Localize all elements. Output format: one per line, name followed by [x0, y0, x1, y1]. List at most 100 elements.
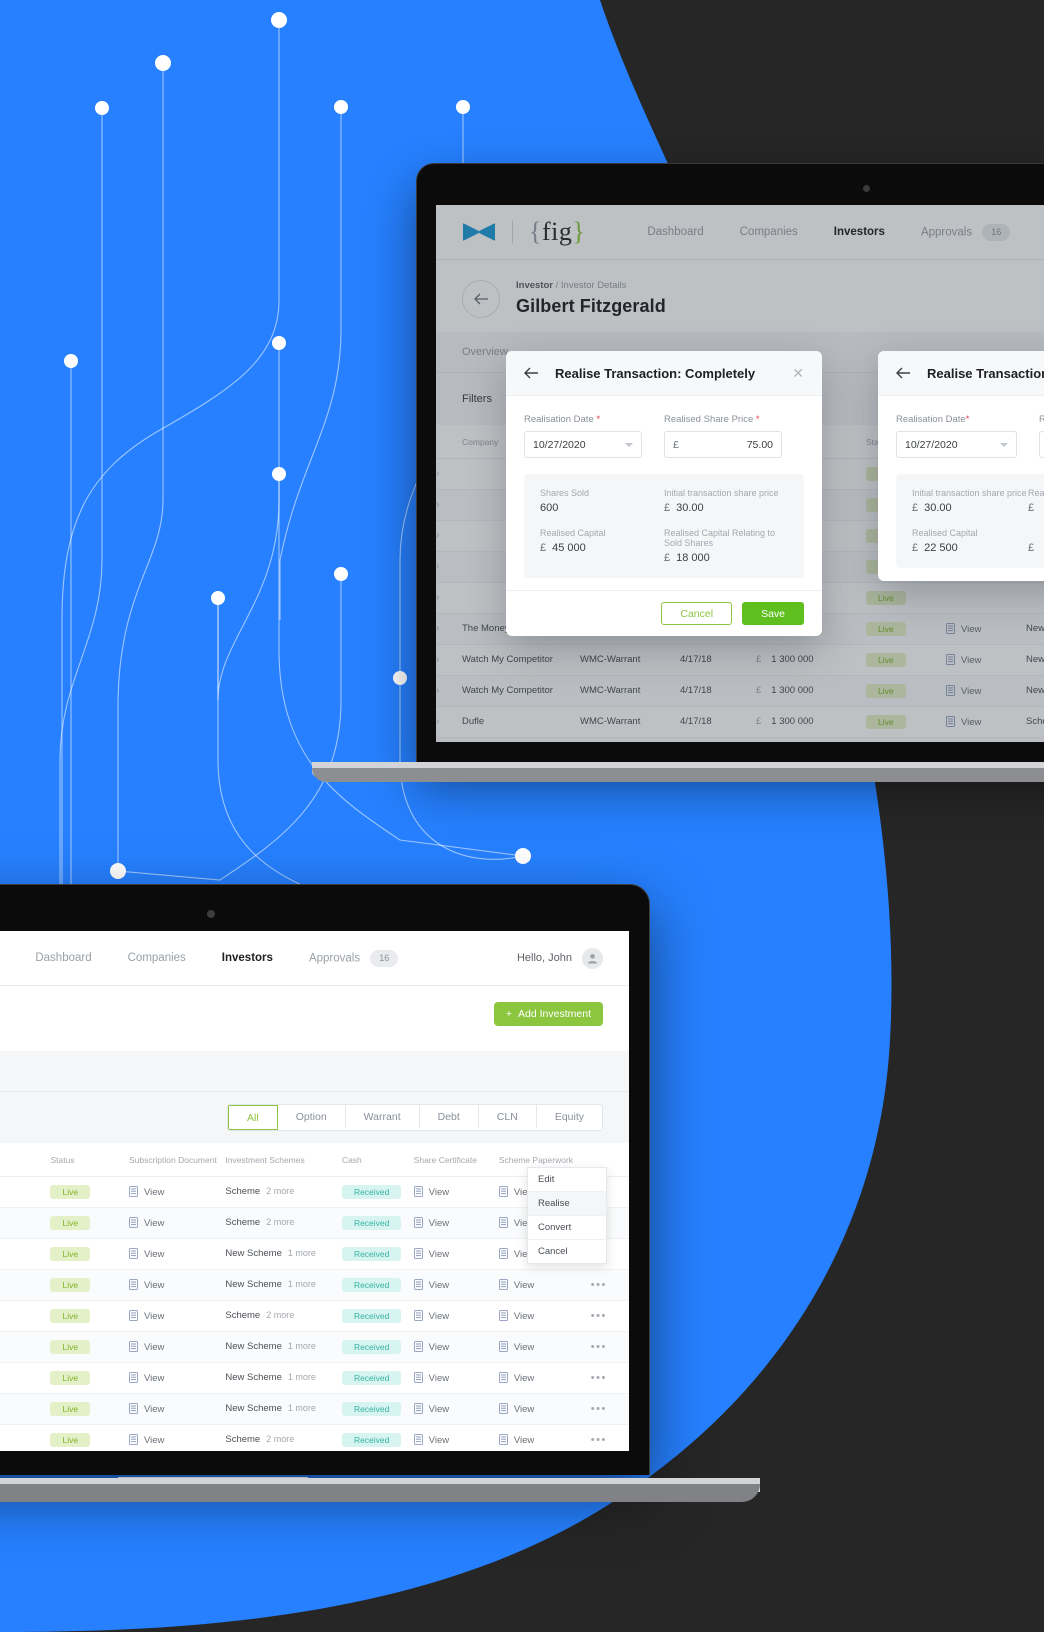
- cell-invested-capital: £1 300 000: [0, 1331, 51, 1363]
- cell-subscription-document[interactable]: View: [128, 1424, 226, 1451]
- table-row[interactable]: ›Watch My CompetitorWMC-Warrant4/17/18£1…: [0, 1362, 629, 1394]
- cell-investment-schemes[interactable]: New Scheme 1 more: [225, 1393, 342, 1425]
- table-row[interactable]: ›Leastee PayWMC-Warrant4/17/18£1 300 000…: [0, 1300, 629, 1332]
- summary-label: [1028, 528, 1044, 538]
- menu-item-cancel[interactable]: Cancel: [528, 1240, 606, 1263]
- more-actions-icon[interactable]: •••: [591, 1372, 607, 1384]
- chevron-down-icon: [625, 442, 633, 447]
- segment-all[interactable]: All: [228, 1105, 278, 1130]
- status-badge: Live: [50, 1401, 91, 1416]
- nav-link-investors[interactable]: Investors: [222, 952, 273, 964]
- add-investment-button[interactable]: + Add Investment: [493, 1002, 603, 1026]
- cell-scheme-paperwork[interactable]: View: [498, 1300, 591, 1332]
- cell-scheme-paperwork[interactable]: View: [498, 1362, 591, 1394]
- cell-subscription-document[interactable]: View: [128, 1393, 226, 1425]
- segment-warrant[interactable]: Warrant: [346, 1105, 420, 1128]
- cell-subscription-document[interactable]: View: [128, 1238, 226, 1270]
- cell-share-certificate[interactable]: View: [413, 1300, 499, 1332]
- menu-item-edit[interactable]: Edit: [528, 1168, 606, 1192]
- cell-status: Live: [50, 1176, 129, 1208]
- more-actions-icon[interactable]: •••: [591, 1279, 607, 1291]
- table-row[interactable]: ›Watch My CompetitorWMC-Warrant4/17/18£1…: [0, 1393, 629, 1425]
- cell-investment-schemes[interactable]: Scheme 2 more: [225, 1300, 342, 1332]
- cell-share-certificate[interactable]: View: [413, 1424, 499, 1451]
- cell-share-certificate[interactable]: View: [413, 1269, 499, 1301]
- cash-badge: Received: [341, 1308, 402, 1323]
- cell-investment-schemes[interactable]: Scheme 2 more: [225, 1176, 342, 1208]
- nav-user-area[interactable]: Hello, John: [517, 947, 603, 969]
- cell-share-certificate[interactable]: View: [413, 1393, 499, 1425]
- cell-scheme-paperwork[interactable]: View: [498, 1424, 591, 1451]
- cell-share-certificate[interactable]: View: [413, 1176, 499, 1208]
- cell-investment-schemes[interactable]: New Scheme 1 more: [225, 1362, 342, 1394]
- menu-item-realise[interactable]: Realise: [528, 1192, 606, 1216]
- arrow-left-icon[interactable]: [896, 367, 911, 379]
- asset-type-segmented-control: All Option Warrant Debt CLN Equity: [227, 1104, 603, 1131]
- save-button[interactable]: Save: [742, 602, 804, 625]
- cell-share-certificate[interactable]: View: [413, 1331, 499, 1363]
- cell-subscription-document[interactable]: View: [128, 1176, 226, 1208]
- document-icon: [413, 1247, 423, 1259]
- nav-link-approvals[interactable]: Approvals 16: [309, 949, 399, 967]
- cell-row-actions[interactable]: •••: [590, 1424, 629, 1451]
- segment-debt[interactable]: Debt: [420, 1105, 479, 1128]
- cell-investment-schemes[interactable]: New Scheme 1 more: [225, 1238, 342, 1270]
- summary-value: £: [1028, 502, 1035, 514]
- table-row[interactable]: ›DufleWMC-Warrant4/17/18£1 300 000LiveVi…: [0, 1424, 629, 1451]
- segment-equity[interactable]: Equity: [537, 1105, 602, 1128]
- more-actions-icon[interactable]: •••: [591, 1310, 607, 1322]
- cell-status: Live: [50, 1424, 129, 1451]
- avatar[interactable]: [582, 947, 603, 969]
- summary-label: Realised Capital Relating to Sold Shares: [664, 528, 776, 548]
- table-row[interactable]: ›XenomorphWMC-Warrant4/17/18£1 300 000Li…: [0, 1269, 629, 1301]
- cell-investment-schemes[interactable]: New Scheme 1 more: [225, 1269, 342, 1301]
- menu-item-convert[interactable]: Convert: [528, 1216, 606, 1240]
- cell-share-certificate[interactable]: View: [413, 1207, 499, 1239]
- app-window-top: {fig} Dashboard Companies Investors Appr…: [436, 205, 1044, 742]
- arrow-left-icon[interactable]: [524, 367, 539, 379]
- app-window-bottom: {fig} Dashboard Companies Investors Appr…: [0, 931, 629, 1451]
- cancel-button[interactable]: Cancel: [661, 602, 733, 625]
- more-actions-icon[interactable]: •••: [591, 1434, 607, 1446]
- cell-row-actions[interactable]: •••: [590, 1331, 629, 1363]
- more-actions-icon[interactable]: •••: [591, 1341, 607, 1353]
- realised-share-price-input[interactable]: £ 75.00: [664, 431, 782, 458]
- close-icon[interactable]: ✕: [792, 365, 804, 382]
- nav-link-dashboard[interactable]: Dashboard: [35, 952, 91, 964]
- table-wrapper-bottom: Company Asset Name Date Invested Capital…: [0, 1143, 629, 1451]
- cell-subscription-document[interactable]: View: [128, 1269, 226, 1301]
- cell-scheme-paperwork[interactable]: View: [498, 1269, 591, 1301]
- cell-cash: Received: [341, 1393, 414, 1425]
- cell-subscription-document[interactable]: View: [128, 1362, 226, 1394]
- cell-subscription-document[interactable]: View: [128, 1207, 226, 1239]
- cell-scheme-paperwork[interactable]: View: [498, 1393, 591, 1425]
- cell-subscription-document[interactable]: View: [128, 1300, 226, 1332]
- currency-symbol: £: [673, 438, 679, 451]
- tabs-bottom: Investor Report Transaction Report Chang…: [0, 1051, 629, 1092]
- cell-investment-schemes[interactable]: New Scheme 1 more: [225, 1331, 342, 1363]
- cell-row-actions[interactable]: •••: [590, 1269, 629, 1301]
- document-icon: [413, 1402, 423, 1414]
- realisation-date-input-secondary[interactable]: 10/27/2020: [896, 431, 1017, 458]
- cell-investment-schemes[interactable]: Scheme 2 more: [225, 1424, 342, 1451]
- cell-row-actions[interactable]: •••: [590, 1393, 629, 1425]
- cell-scheme-paperwork[interactable]: View: [498, 1331, 591, 1363]
- composition-stage: {fig} Dashboard Companies Investors Appr…: [0, 0, 1044, 1632]
- cell-row-actions[interactable]: •••: [590, 1362, 629, 1394]
- more-actions-icon[interactable]: •••: [591, 1403, 607, 1415]
- summary-item-realised-sold: Realised Capital Relating to Sold Shares…: [664, 528, 788, 564]
- nav-link-companies[interactable]: Companies: [128, 952, 186, 964]
- segment-option[interactable]: Option: [278, 1105, 346, 1128]
- segment-cln[interactable]: CLN: [479, 1105, 537, 1128]
- cell-share-certificate[interactable]: View: [413, 1362, 499, 1394]
- modal-header-secondary: Realise Transaction: [878, 351, 1044, 396]
- cell-share-certificate[interactable]: View: [413, 1238, 499, 1270]
- cell-row-actions[interactable]: •••: [590, 1300, 629, 1332]
- realised-share-price-input-secondary[interactable]: £: [1039, 431, 1044, 458]
- cell-cash: Received: [341, 1238, 414, 1270]
- status-badge: Live: [50, 1308, 91, 1323]
- cell-investment-schemes[interactable]: Scheme 2 more: [225, 1207, 342, 1239]
- cell-subscription-document[interactable]: View: [128, 1331, 226, 1363]
- table-row[interactable]: ›The Money CloudWMC-Warrant4/17/18£1 300…: [0, 1331, 629, 1363]
- realisation-date-input[interactable]: 10/27/2020: [524, 431, 642, 458]
